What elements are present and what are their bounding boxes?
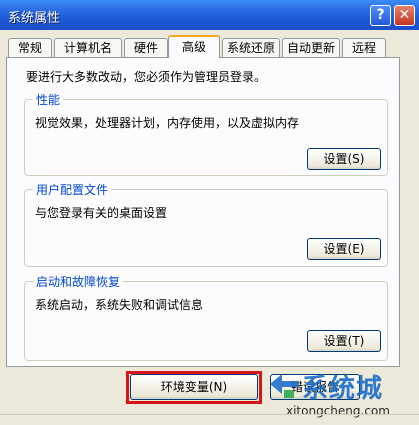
watermark-cn: 系统城 [302,374,384,404]
performance-title: 性能 [33,91,64,108]
tab-remote[interactable]: 远程 [342,38,386,57]
user-profiles-title: 用户配置文件 [33,181,112,198]
user-profiles-description: 与您登录有关的桌面设置 [35,206,168,220]
watermark: 系统城 xitongcheng.com [262,364,419,425]
startup-recovery-settings-button[interactable]: 设置(T) [307,330,381,352]
highlight-box [126,371,262,404]
user-profiles-group: 用户配置文件 与您登录有关的桌面设置 设置(E) [24,181,388,267]
tab-strip: 常规 计算机名 硬件 高级 系统还原 自动更新 远程 [4,35,416,58]
tab-system-restore[interactable]: 系统还原 [222,38,280,57]
watermark-logo-icon [270,374,298,398]
window-title: 系统属性 [8,11,61,26]
tab-advanced[interactable]: 高级 [168,35,220,58]
admin-notice: 要进行大多数改动，您必须作为管理员登录。 [26,70,267,84]
tab-automatic-updates[interactable]: 自动更新 [282,38,340,57]
help-button[interactable]: ? [370,5,391,26]
title-bar: 系统属性 ? ✕ [0,0,419,30]
watermark-en: xitongcheng.com [286,404,390,418]
close-button[interactable]: ✕ [394,5,415,26]
tab-hardware[interactable]: 硬件 [124,38,168,57]
performance-group: 性能 视觉效果，处理器计划，内存使用，以及虚拟内存 设置(S) [24,91,388,176]
performance-settings-button[interactable]: 设置(S) [307,148,381,170]
startup-recovery-description: 系统启动，系统失败和调试信息 [35,298,204,312]
user-profiles-settings-button[interactable]: 设置(E) [307,238,381,260]
tab-general[interactable]: 常规 [8,38,52,57]
tab-computer-name[interactable]: 计算机名 [54,38,122,57]
performance-description: 视觉效果，处理器计划，内存使用，以及虚拟内存 [35,116,300,130]
divider [0,414,419,415]
startup-recovery-title: 启动和故障恢复 [33,273,124,290]
startup-recovery-group: 启动和故障恢复 系统启动，系统失败和调试信息 设置(T) [24,273,388,361]
